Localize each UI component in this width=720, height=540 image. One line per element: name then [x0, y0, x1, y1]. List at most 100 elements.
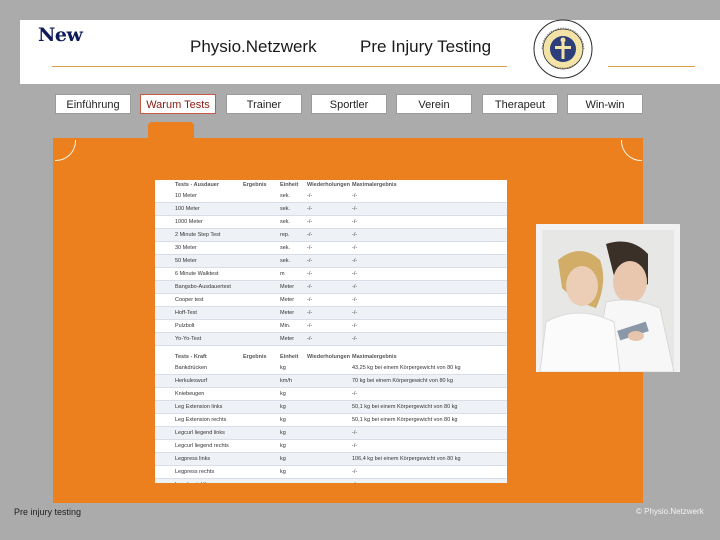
page-title: Pre Injury Testing [360, 37, 492, 56]
new-logo: New [38, 24, 83, 46]
table-cell: kg [280, 469, 286, 475]
brand-title: Physio.Netzwerk [190, 37, 317, 56]
column-header: Einheit [280, 354, 299, 360]
table-cell: -/- [307, 219, 313, 225]
table-cell: rep. [280, 232, 290, 238]
table-row: 50 Meter sek. -/- -/- [155, 255, 507, 268]
table-row: Herkuleswurf km/h 70 kg bei einem Körperge… [155, 375, 507, 388]
table-cell: sek. [280, 193, 291, 199]
table-cell: -/- [352, 245, 358, 251]
nav-sportler[interactable]: Sportler [311, 94, 387, 114]
nav-win-win[interactable]: Win-win [567, 94, 643, 114]
table-cell: Meter [280, 310, 295, 316]
table-row: Legpress links kg 106,4 kg bei einem Körpe… [155, 453, 507, 466]
table-cell: kg [280, 443, 286, 449]
table-cell: 2 Minute Step Test [175, 232, 221, 238]
table-cell: sek. [280, 258, 291, 264]
column-header: Ergebnis [243, 354, 267, 360]
table-cell: Leg Extension rechts [175, 417, 227, 423]
table-cell: Min. [280, 323, 291, 329]
table-row: 1000 Meter sek. -/- -/- [155, 216, 507, 229]
column-header: Wiederholungen [307, 354, 351, 360]
main-nav: Einführung Warum Tests Trainer Sportler … [55, 94, 645, 116]
table-cell: -/- [352, 391, 358, 397]
table-row: Hoff-Test Meter -/- -/- [155, 307, 507, 320]
table-cell: -/- [352, 482, 507, 483]
table-cell: 1000 Meter [175, 219, 203, 225]
table-cell: rep. [280, 482, 307, 483]
table-row: 100 Meter sek. -/- -/- [155, 203, 507, 216]
table-cell: Legcurl liegend links [175, 430, 225, 436]
table-cell: Langhantelübung [155, 482, 243, 483]
table-cell: m [280, 271, 285, 277]
table-cell: -/- [352, 232, 358, 238]
table-cell: -/- [307, 232, 313, 238]
table-cell: 100 Meter [175, 206, 200, 212]
nav-verein[interactable]: Verein [396, 94, 472, 114]
column-header: Ergebnis [243, 182, 267, 188]
column-header: Einheit [280, 182, 299, 188]
table-row: Legcurl liegend rechts kg -/- [155, 440, 507, 453]
table-cell: kg [280, 391, 286, 397]
table-cell: -/- [352, 443, 358, 449]
table-row: Pulzbolt Min. -/- -/- [155, 320, 507, 333]
table-cell: 10 Meter [175, 193, 197, 199]
table-cell: 70 kg bei einem Körpergewicht von 80 kg [352, 378, 453, 384]
physio-netzwerk-seal-icon [533, 19, 593, 79]
table-cell: Legcurl liegend rechts [175, 443, 229, 449]
table-cell: -/- [352, 284, 358, 290]
table-cell: -/- [307, 336, 313, 342]
table-header-row: Tests - Kraft Ergebnis Einheit Wiederhol… [155, 352, 507, 362]
column-header: Tests - Ausdauer [175, 182, 220, 188]
table-cell: -/- [352, 323, 358, 329]
table-row: 30 Meter sek. -/- -/- [155, 242, 507, 255]
table-row: Bangsbo-Ausdauertest Meter -/- -/- [155, 281, 507, 294]
nav-einfuehrung[interactable]: Einführung [55, 94, 131, 114]
table-cell: sek. [280, 245, 291, 251]
footer-caption: Pre injury testing [14, 507, 82, 517]
table-cell: 50,1 kg bei einem Körpergewicht von 80 k… [352, 417, 458, 423]
table-cell: Meter [280, 336, 295, 342]
table-cell: -/- [307, 206, 313, 212]
table-header-row: Tests - Ausdauer Ergebnis Einheit Wieder… [155, 180, 507, 190]
table-cell: Legpress rechts [175, 469, 215, 475]
table-row: Langhantelübung rep. -/- [155, 479, 507, 483]
table-cell: -/- [352, 310, 358, 316]
table-cell: 30 Meter [175, 245, 197, 251]
table-cell: -/- [352, 206, 358, 212]
table-cell: sek. [280, 219, 291, 225]
table-cell: -/- [307, 323, 313, 329]
table-cell: -/- [352, 219, 358, 225]
nav-therapeut[interactable]: Therapeut [482, 94, 558, 114]
column-header: Tests - Kraft [175, 354, 207, 360]
nav-trainer[interactable]: Trainer [226, 94, 302, 114]
table-cell: Yo-Yo-Test [175, 336, 202, 342]
table-row: 6 Minute Walktest m -/- -/- [155, 268, 507, 281]
table-cell: kg [280, 417, 286, 423]
header-rule-left [52, 66, 507, 67]
table-cell: -/- [352, 193, 358, 199]
table-cell: -/- [352, 297, 358, 303]
table-cell: Pulzbolt [175, 323, 195, 329]
table-row: Leg Extension rechts kg 50,1 kg bei einem … [155, 414, 507, 427]
table-row: Legcurl liegend links kg -/- [155, 427, 507, 440]
table-cell: -/- [307, 193, 313, 199]
table-cell: Cooper test [175, 297, 204, 303]
nav-warum-tests[interactable]: Warum Tests [140, 94, 216, 114]
table-cell: 50 Meter [175, 258, 197, 264]
table-cell: -/- [307, 284, 313, 290]
table-cell: -/- [352, 469, 358, 475]
trainer-athlete-photo [536, 224, 680, 372]
table-cell: kg [280, 404, 286, 410]
table-cell: 43,25 kg bei einem Körpergewicht von 80 … [352, 365, 461, 371]
table-cell: -/- [352, 271, 358, 277]
table-cell: 106,4 kg bei einem Körpergewicht von 80 … [352, 456, 461, 462]
table-cell: Herkuleswurf [175, 378, 208, 384]
table-row: Cooper test Meter -/- -/- [155, 294, 507, 307]
table-cell: Kniebeugen [175, 391, 205, 397]
column-header: Maximalergebnis [352, 182, 397, 188]
table-cell: kg [280, 456, 286, 462]
table-row: Bankdrücken kg 43,25 kg bei einem Körperge… [155, 362, 507, 375]
column-header: Wiederholungen [307, 182, 351, 188]
table-cell: Bankdrücken [175, 365, 208, 371]
